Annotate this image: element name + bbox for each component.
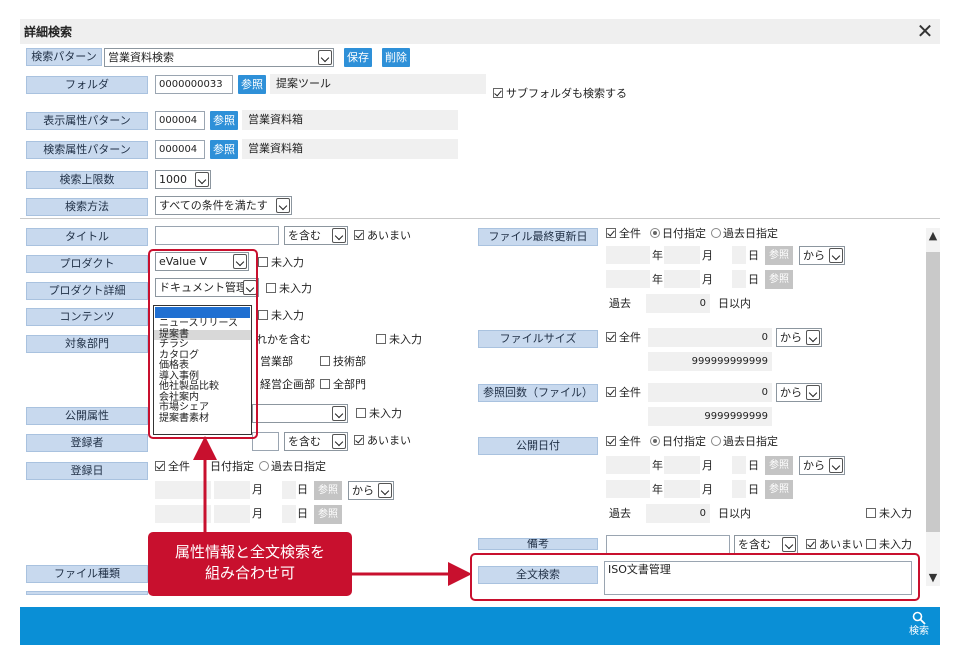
- callout-arrows: [193, 436, 472, 586]
- search-button[interactable]: 検索: [900, 609, 938, 643]
- callout-line1: 属性情報と全文検索を: [174, 543, 325, 561]
- callout-line2: 組み合わせ可: [204, 564, 295, 582]
- footer-bar: [20, 607, 940, 645]
- search-button-label: 検索: [909, 626, 929, 637]
- callout-box: 属性情報と全文検索を 組み合わせ可: [148, 532, 352, 596]
- search-icon: [912, 611, 926, 625]
